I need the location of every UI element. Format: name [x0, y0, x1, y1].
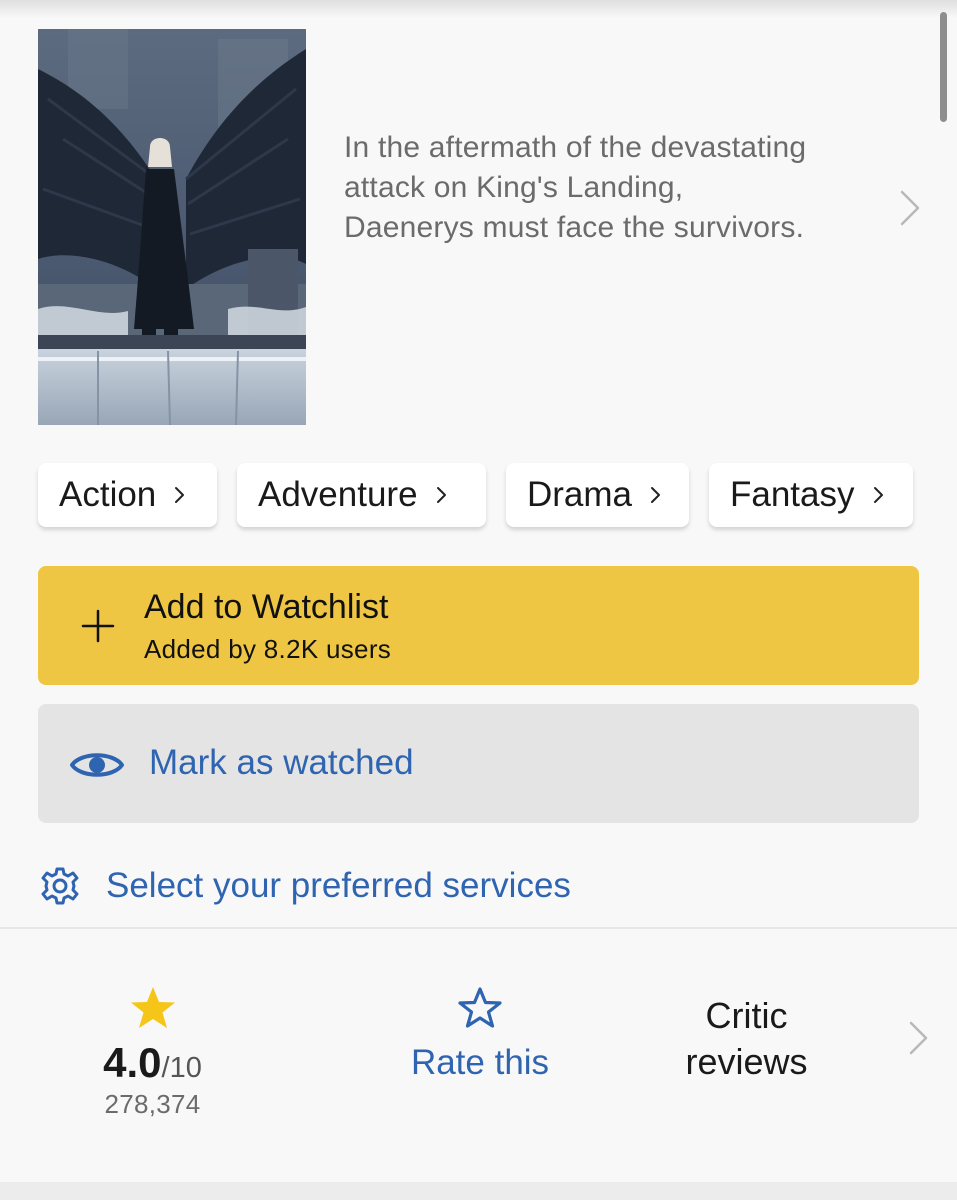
section-divider: [0, 927, 957, 929]
critic-reviews-line1: Critic: [705, 995, 788, 1036]
critic-reviews-line2: reviews: [685, 1041, 808, 1082]
watchlist-subtitle: Added by 8.2K users: [144, 634, 392, 664]
star-outline-icon: [458, 987, 502, 1028]
genre-chip-adventure[interactable]: Adventure: [237, 463, 486, 527]
chevron-right-icon: [175, 487, 185, 503]
episode-poster[interactable]: [38, 29, 306, 425]
genre-chip-drama[interactable]: Drama: [506, 463, 689, 527]
eye-icon: [70, 753, 124, 777]
genre-label: Drama: [527, 475, 633, 514]
chevron-right-icon: [436, 487, 446, 503]
genre-label: Action: [59, 475, 157, 514]
plot-summary: In the aftermath of the devastating atta…: [344, 131, 807, 244]
rate-this-label: Rate this: [410, 1043, 550, 1082]
star-filled-icon: [130, 987, 175, 1028]
rating-value: 4.0: [103, 1039, 162, 1086]
critic-reviews-link[interactable]: Critic reviews: [650, 993, 843, 1085]
plus-icon: [81, 609, 115, 643]
genre-chip-fantasy[interactable]: Fantasy: [709, 463, 913, 527]
watchlist-title: Add to Watchlist: [144, 588, 389, 626]
gear-icon: [41, 867, 79, 905]
plot-summary-row[interactable]: In the aftermath of the devastating atta…: [344, 128, 924, 298]
select-services-label: Select your preferred services: [106, 866, 571, 905]
genre-chip-action[interactable]: Action: [38, 463, 217, 527]
rating-line: 4.0/10: [70, 1039, 235, 1087]
rating-count: 278,374: [104, 1089, 201, 1119]
chevron-right-icon: [651, 487, 661, 503]
select-services-link[interactable]: Select your preferred services: [40, 862, 571, 910]
chevron-right-icon: [873, 487, 883, 503]
chevron-right-icon[interactable]: [906, 1019, 932, 1057]
rating-scale: /10: [161, 1052, 202, 1084]
mark-as-watched-label: Mark as watched: [149, 743, 414, 782]
bottom-band: [0, 1182, 957, 1200]
add-to-watchlist-button[interactable]: Add to Watchlist Added by 8.2K users: [38, 566, 919, 685]
genre-label: Adventure: [258, 475, 418, 514]
rate-this-button[interactable]: Rate this: [380, 985, 580, 1083]
top-shadow: [0, 0, 957, 18]
imdb-rating[interactable]: 4.0/10 278,374: [70, 985, 235, 1120]
genre-label: Fantasy: [730, 475, 855, 514]
genre-chips: Action Adventure Drama Fantasy: [38, 463, 918, 529]
mark-as-watched-button[interactable]: Mark as watched: [38, 704, 919, 823]
scrollbar[interactable]: [940, 12, 947, 122]
chevron-right-icon: [900, 190, 920, 226]
